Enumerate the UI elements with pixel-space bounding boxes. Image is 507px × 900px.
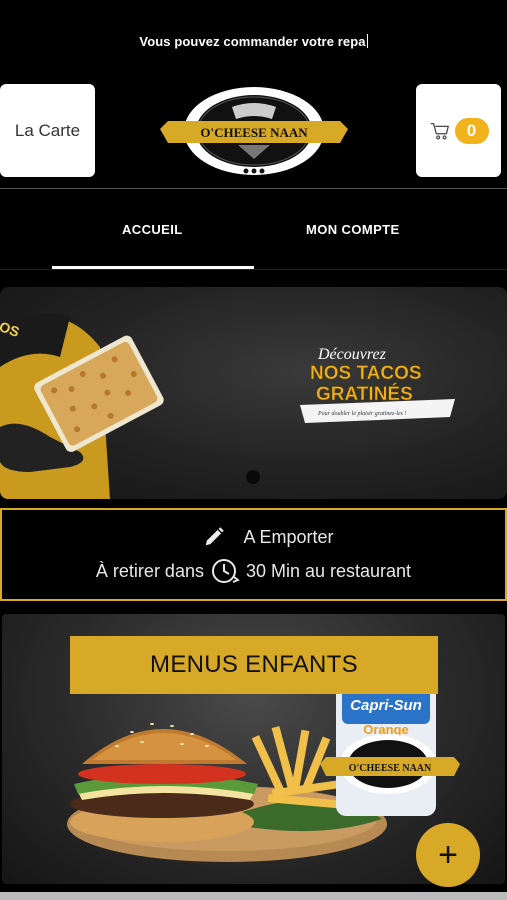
category-title: MENUS ENFANTS <box>70 636 438 694</box>
drink-brand: Capri-Sun <box>350 697 422 714</box>
pickup-info[interactable]: A Emporter À retirer dans 30 Min au rest… <box>0 508 507 601</box>
brand-logo[interactable]: O'CHEESE NAAN <box>158 85 350 182</box>
tab-mon-compte[interactable]: MON COMPTE <box>306 222 400 237</box>
carousel-dot[interactable] <box>246 470 260 484</box>
cart-count-badge: 0 <box>454 117 489 144</box>
tab-accueil[interactable]: ACCUEIL <box>122 222 183 237</box>
banner-headline-1: NOS TACOS <box>310 363 422 384</box>
announcement-text: Vous pouvez commander votre repa <box>139 34 368 49</box>
add-button[interactable]: + <box>416 823 480 887</box>
banner-image: OS Découvrez NOS TACOS GRATINÉS Pour dou… <box>0 313 455 499</box>
menu-button-label: La Carte <box>14 120 81 140</box>
header-divider <box>0 188 507 189</box>
pickup-time-text: 30 Min au restaurant <box>245 560 412 581</box>
tab-bar: ACCUEIL MON COMPTE <box>0 222 507 270</box>
pencil-icon <box>206 527 225 546</box>
cart-button[interactable]: 0 <box>416 84 501 177</box>
banner-headline-script: Découvrez <box>317 346 387 363</box>
clock-icon <box>211 559 240 583</box>
pickup-prefix-text: À retirer dans <box>95 560 204 581</box>
promo-banner[interactable]: OS Découvrez NOS TACOS GRATINÉS Pour dou… <box>0 287 507 499</box>
cart-icon <box>430 122 449 139</box>
card-logo-text: O'CHEESE NAAN <box>349 763 432 774</box>
logo-text: O'CHEESE NAAN <box>200 125 308 140</box>
order-mode-text: A Emporter <box>243 526 334 547</box>
header: La Carte O'CHEESE NAAN 0 <box>0 84 507 178</box>
next-card-edge <box>0 892 507 900</box>
menu-button[interactable]: La Carte <box>0 84 95 177</box>
tab-bar-divider <box>0 269 507 270</box>
banner-tagline: Pour doubler le plaisir gratinez-les ! <box>317 411 407 417</box>
